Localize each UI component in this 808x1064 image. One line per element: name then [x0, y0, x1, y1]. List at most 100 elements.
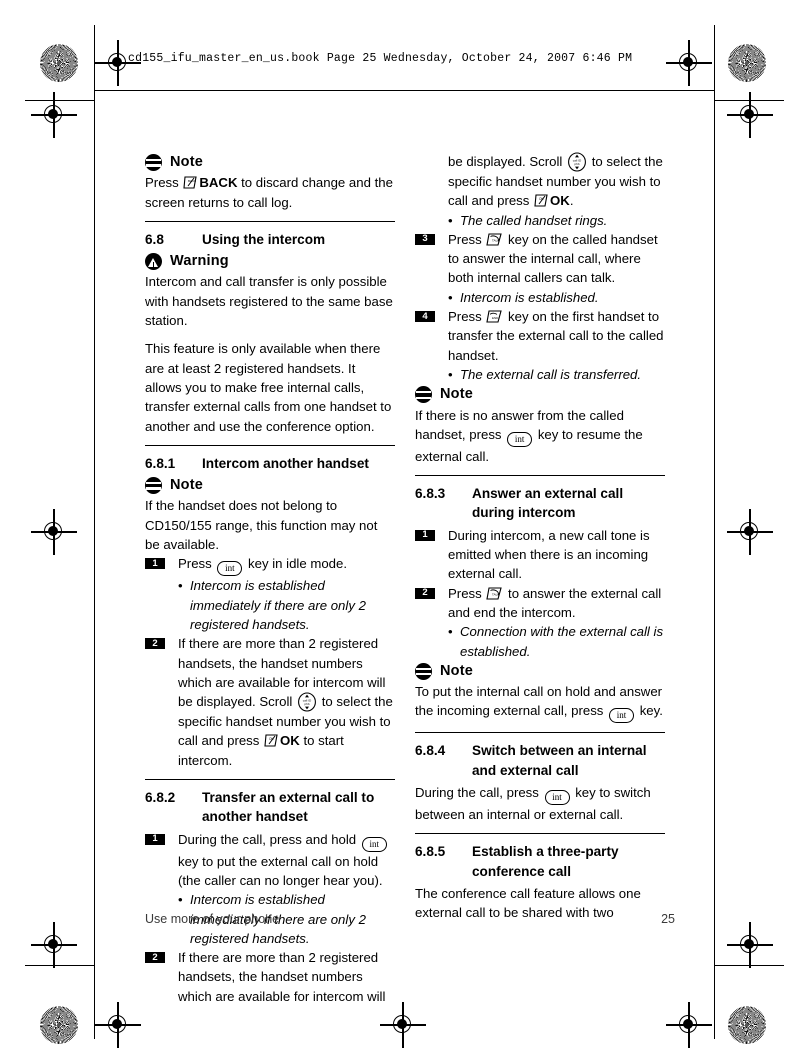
note-1-bold-label: BACK — [199, 175, 238, 191]
sub-bullet: • The called handset rings. — [448, 211, 665, 230]
int-key-icon: int — [544, 790, 570, 806]
divider-before-6-8-4 — [415, 732, 665, 734]
int-key-icon: int — [217, 561, 243, 577]
note-4-body: To put the internal call on hold and ans… — [415, 682, 665, 724]
divider-before-6-8 — [145, 220, 395, 222]
cont-bold-label: OK — [550, 193, 570, 209]
step-body: During the call, press and hold int key … — [178, 830, 395, 891]
section-title: Intercom another handset — [202, 455, 369, 471]
bullet-dot-icon: • — [448, 624, 453, 640]
step-number: 2 — [152, 637, 158, 649]
section-title: Establish a three-party conference call — [472, 842, 665, 881]
cont-text-part3: . — [569, 193, 574, 209]
scroll-navigation-key-icon: call ID phb — [567, 152, 587, 172]
step-number: 1 — [152, 833, 158, 845]
sub-bullet-text: The called handset rings. — [460, 212, 608, 228]
step-number: 3 — [422, 233, 428, 245]
step-number: 1 — [422, 529, 428, 541]
step-number-badge: 2 — [145, 637, 165, 650]
section-heading-6-8-4: 6.8.4 Switch between an internal and exte… — [415, 741, 665, 780]
section-number: 6.8.1 — [145, 455, 176, 471]
step-text-after: key to put the external call on hold (th… — [178, 853, 383, 888]
section-title-line-1: Establish a three-party — [472, 844, 619, 860]
section-title: Answer an external call during intercom — [472, 484, 665, 523]
section-number: 6.8.2 — [145, 790, 176, 806]
warning-title: Warning — [170, 253, 229, 270]
section-title-line-2: another handset — [202, 809, 308, 825]
svg-text:phb: phb — [574, 162, 579, 166]
note-callout-3: Note — [415, 385, 665, 404]
sub-bullet-text: The external call is transferred. — [460, 366, 642, 382]
step-item: 3 Press TALK key on the called handset t… — [415, 230, 665, 288]
footer-page-number: 25 — [661, 912, 675, 926]
section-heading-6-8-3: 6.8.3 Answer an external call during inte… — [415, 484, 665, 523]
note-title: Note — [440, 386, 474, 403]
step-number-badge: 1 — [145, 833, 165, 845]
svg-text:TALK: TALK — [492, 238, 499, 242]
section-heading-6-8-5: 6.8.5 Establish a three-party conference … — [415, 842, 665, 881]
step-item: 4 Press END key on the first handset to … — [415, 307, 665, 365]
warning-body: Intercom and call transfer is only possi… — [145, 274, 393, 329]
step-body: During intercom, a new call tone is emit… — [448, 527, 650, 582]
note-1-body: Press BACK BACK to discard change and the… — [145, 173, 395, 212]
note-icon — [145, 154, 162, 172]
svg-text:TALK: TALK — [492, 592, 499, 596]
section-title: Using the intercom — [202, 231, 326, 247]
footer-chapter-label: Use more of your phone — [145, 912, 280, 926]
section-title-line-2: during intercom — [472, 505, 576, 521]
svg-text:BACK: BACK — [188, 179, 196, 183]
step-text-before: Press — [448, 309, 486, 325]
step-text-before: During the call, press and hold — [178, 831, 360, 847]
section-heading-6-8-2: 6.8.2 Transfer an external call to anothe… — [145, 788, 395, 827]
step-number: 2 — [152, 951, 158, 963]
sub-bullet-text: Connection with the external call is est… — [460, 624, 664, 659]
warning-callout: Warning — [145, 252, 395, 271]
intercom-intro-paragraph: This feature is only available when ther… — [145, 341, 392, 434]
note-title: Note — [170, 154, 204, 170]
step-number: 2 — [422, 587, 428, 599]
ok-softkey-icon: OK — [263, 733, 280, 748]
bullet-dot-icon: • — [448, 289, 453, 305]
divider-before-6-8-2 — [145, 779, 395, 781]
warning-icon — [145, 253, 162, 271]
section-title-line-1: Answer an external call — [472, 486, 624, 502]
sub-bullet: • The external call is transferred. — [448, 365, 665, 384]
step-item: 1 During intercom, a new call tone is em… — [415, 526, 665, 584]
scroll-navigation-key-icon: call ID phb — [297, 692, 317, 712]
section-number: 6.8.3 — [415, 486, 446, 502]
back-softkey-icon: BACK — [182, 175, 199, 190]
step-number-badge: 2 — [145, 951, 165, 964]
section-heading-6-8-1: 6.8.1 Intercom another handset — [145, 454, 395, 473]
sub-bullet-text: Intercom is established. — [460, 289, 599, 305]
note-1-text-before: Press — [145, 175, 183, 191]
divider-before-6-8-3 — [415, 475, 665, 477]
step-text-after: key in idle mode. — [244, 556, 347, 572]
talk-key-icon: TALK — [485, 586, 504, 601]
text-before: During the call, press — [415, 785, 543, 801]
step-number-badge: 1 — [145, 558, 165, 570]
note-icon — [415, 386, 432, 404]
talk-key-icon: TALK — [485, 232, 504, 247]
step-body: If there are more than 2 registered hand… — [178, 950, 386, 1004]
sub-bullet: • Connection with the external call is e… — [448, 622, 665, 661]
svg-text:phb: phb — [304, 702, 309, 706]
note-callout-1: Note — [145, 153, 395, 172]
bullet-dot-icon: • — [448, 366, 453, 382]
int-key-icon: int — [507, 431, 533, 447]
end-key-icon: END — [485, 309, 504, 324]
sub-bullet: • Intercom is established immediately if… — [178, 576, 395, 634]
section-6-8-4-body: During the call, press int key to switch… — [415, 783, 665, 824]
bullet-dot-icon: • — [448, 212, 453, 228]
note-title: Note — [440, 662, 474, 679]
svg-text:END: END — [492, 316, 499, 320]
page-content: Note Press BACK BACK to discard change an… — [0, 0, 808, 1064]
note-icon — [145, 477, 162, 495]
section-number: 6.8.5 — [415, 844, 446, 860]
step-text-before: Press — [178, 556, 216, 572]
section-title-line-1: Transfer an external call to — [202, 790, 375, 806]
step-item: 2 If there are more than 2 registered ha… — [145, 948, 395, 1006]
section-number: 6.8.4 — [415, 743, 446, 759]
note-4-text-after: key. — [636, 703, 663, 719]
divider-before-6-8-1 — [145, 444, 395, 446]
step-number: 4 — [422, 310, 428, 322]
